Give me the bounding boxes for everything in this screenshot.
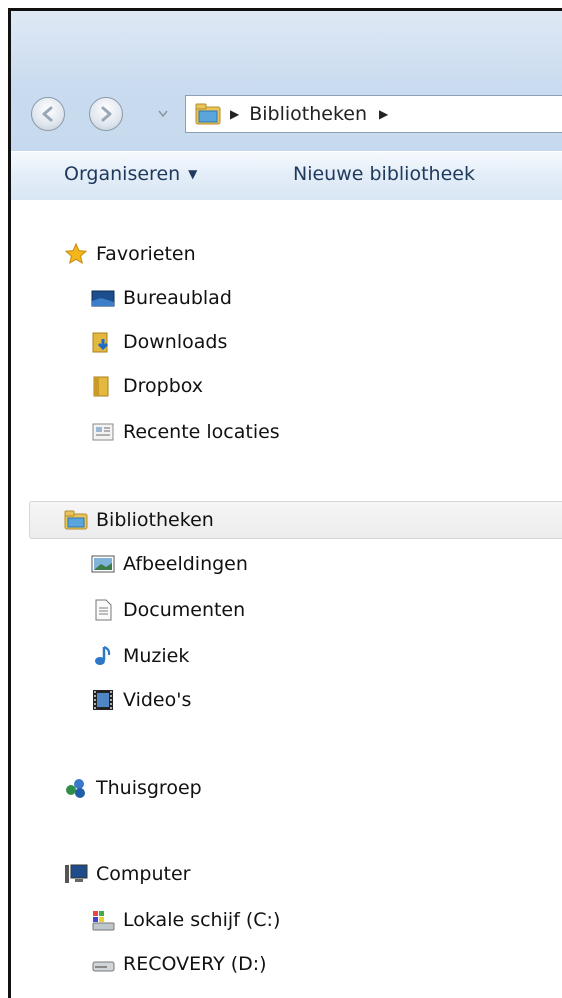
navigation-pane: Favorieten Bureaublad Downloads Dropbox … [11,200,562,991]
desktop-icon [91,290,115,307]
address-bar[interactable]: ▶ Bibliotheken ▶ [185,95,562,133]
nav-label: RECOVERY (D:) [123,953,267,975]
nav-label: Downloads [123,331,228,353]
nav-item-bureaublad[interactable]: Bureaublad [91,286,232,310]
title-bar: ▶ Bibliotheken ▶ [11,11,562,151]
recent-places-icon [92,423,114,441]
hard-drive-icon [92,961,115,972]
nav-item-documenten[interactable]: Documenten [91,598,245,622]
nav-label: Documenten [123,599,246,621]
breadcrumb-separator[interactable]: ▶ [230,107,239,121]
nav-label: Muziek [123,645,190,667]
nav-item-downloads[interactable]: Downloads [91,330,227,354]
music-note-icon [95,646,111,665]
nav-item-videos[interactable]: Video's [91,688,191,712]
libraries-folder-icon [195,103,221,125]
folder-icon [93,376,109,397]
nav-label: Video's [123,689,192,711]
nav-label: Recente locaties [123,421,280,443]
nav-label: Afbeeldingen [123,553,248,575]
nav-label: Computer [96,863,191,885]
downloads-folder-icon [92,332,109,353]
system-drive-icon [92,911,115,931]
nav-item-muziek[interactable]: Muziek [91,644,189,668]
pictures-icon [91,555,115,573]
recent-pages-dropdown[interactable] [157,107,169,119]
chevron-down-icon: ▼ [188,167,198,181]
nav-item-afbeeldingen[interactable]: Afbeeldingen [91,552,248,576]
forward-arrow-icon [101,106,112,122]
organize-label: Organiseren [64,163,181,185]
breadcrumb-separator-end[interactable]: ▶ [379,107,388,121]
film-icon [93,690,113,710]
nav-label: Lokale schijf (C:) [123,909,281,931]
documents-icon [95,599,112,621]
nav-libraries[interactable]: Bibliotheken [64,508,214,532]
computer-icon [65,864,88,883]
command-bar: Organiseren ▼ Nieuwe bibliotheek [11,151,562,201]
back-arrow-icon [42,106,53,122]
nav-label: Bibliotheken [96,509,214,531]
nav-computer[interactable]: Computer [64,862,190,886]
nav-item-recovery[interactable]: RECOVERY (D:) [91,952,267,976]
homegroup-icon [66,779,85,798]
nav-homegroup[interactable]: Thuisgroep [64,776,202,800]
nav-label: Bureaublad [123,287,232,309]
libraries-folder-icon [64,510,88,530]
nav-item-dropbox[interactable]: Dropbox [91,374,203,398]
nav-favorites[interactable]: Favorieten [64,242,196,266]
nav-label: Thuisgroep [96,777,202,799]
back-button[interactable] [31,97,65,131]
organize-button[interactable]: Organiseren ▼ [64,163,197,185]
forward-button[interactable] [89,97,123,131]
nav-label: Favorieten [96,243,196,265]
star-icon [64,242,88,265]
breadcrumb-libraries[interactable]: Bibliotheken [249,103,367,125]
nav-item-lokale-schijf[interactable]: Lokale schijf (C:) [91,908,280,932]
nav-label: Dropbox [123,375,204,397]
nav-item-recente-locaties[interactable]: Recente locaties [91,420,280,444]
new-library-button[interactable]: Nieuwe bibliotheek [293,163,475,185]
